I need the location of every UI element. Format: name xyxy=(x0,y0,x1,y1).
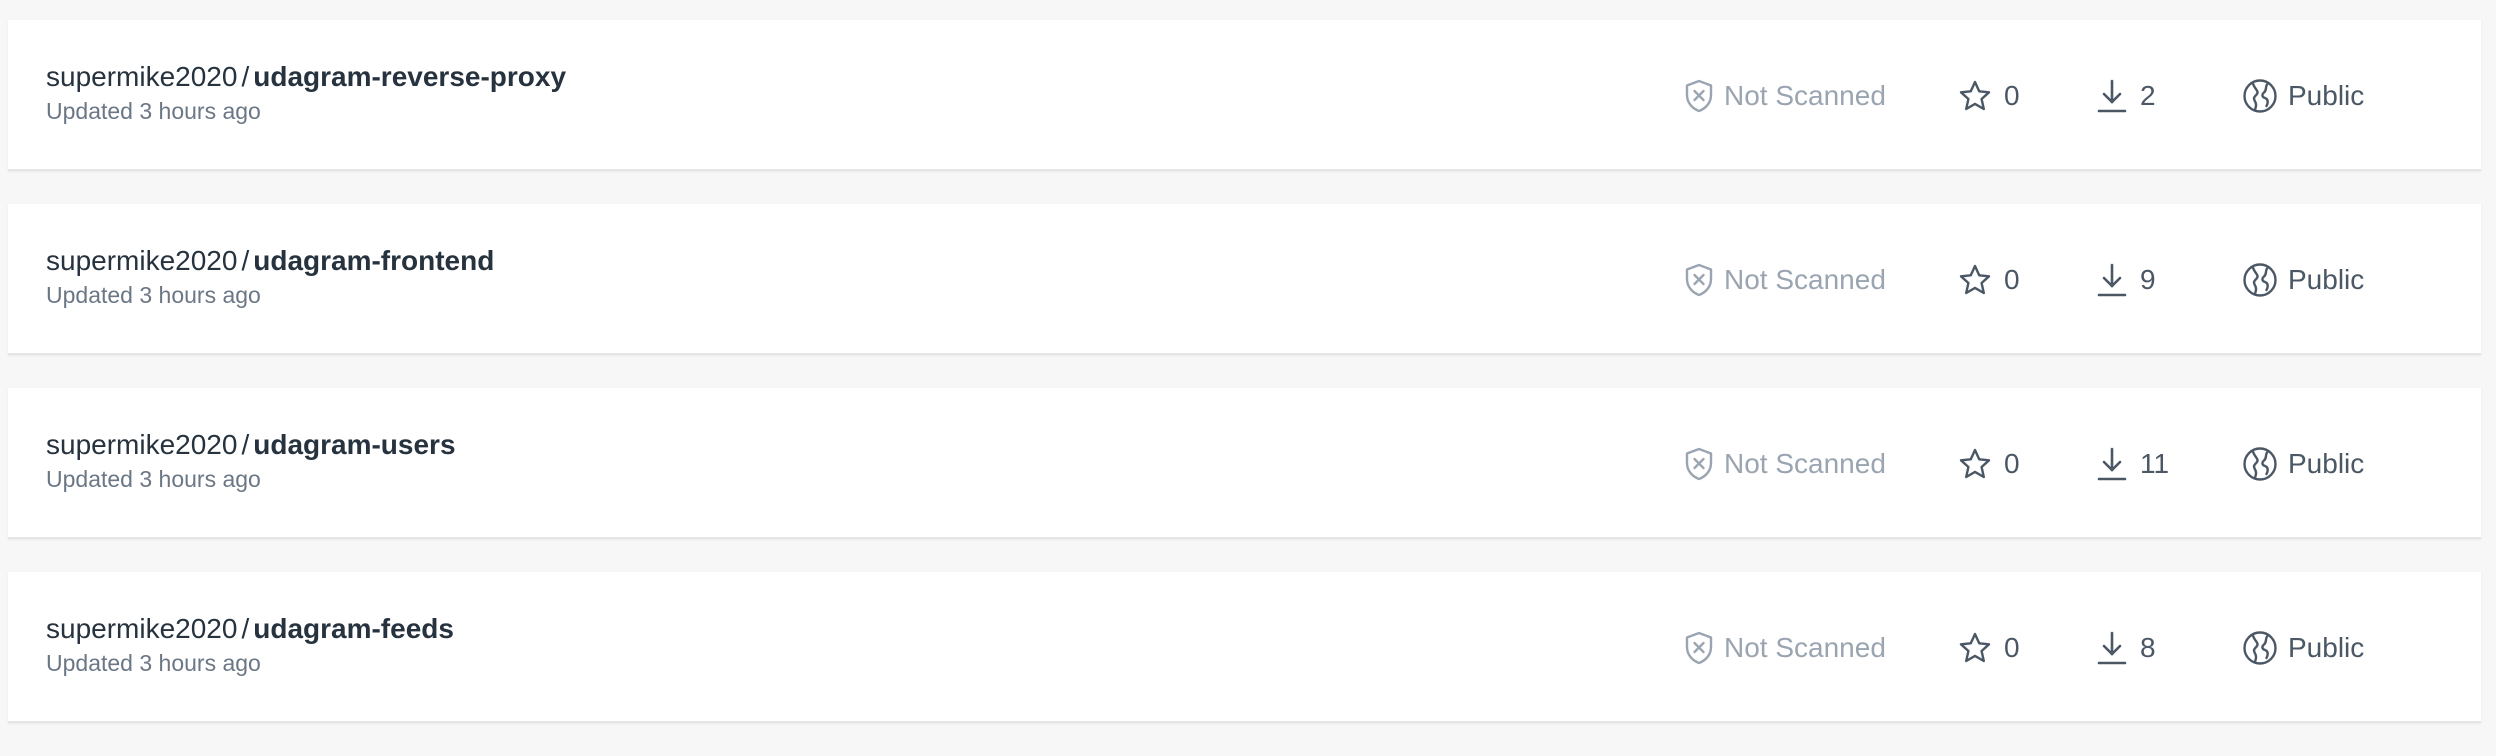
repository-separator: / xyxy=(241,613,250,644)
star-count-value: 0 xyxy=(2004,79,2020,111)
repository-title[interactable]: supermike2020/udagram-feeds xyxy=(46,612,454,646)
repository-row[interactable]: supermike2020/udagram-users Updated 3 ho… xyxy=(8,388,2481,539)
globe-icon xyxy=(2243,78,2277,113)
download-icon xyxy=(2097,447,2127,480)
repository-info: supermike2020/udagram-users Updated 3 ho… xyxy=(46,428,456,494)
globe-icon xyxy=(2243,630,2277,665)
repository-row[interactable]: supermike2020/udagram-reverse-proxy Upda… xyxy=(8,20,2481,171)
star-count-value: 0 xyxy=(2004,447,2020,479)
repository-name: udagram-users xyxy=(253,429,456,460)
repository-updated-time: Updated 3 hours ago xyxy=(46,466,261,492)
star-count[interactable]: 0 xyxy=(1958,204,2020,355)
repository-info: supermike2020/udagram-frontend Updated 3… xyxy=(46,244,494,310)
pull-count: 2 xyxy=(2096,20,2156,171)
visibility-label: Public xyxy=(2288,447,2365,479)
scan-status-label: Not Scanned xyxy=(1724,631,1886,663)
repository-name: udagram-reverse-proxy xyxy=(253,61,567,92)
scan-status: Not Scanned xyxy=(1684,572,1886,723)
pull-count-value: 9 xyxy=(2140,263,2156,295)
visibility-label: Public xyxy=(2288,631,2365,663)
scan-status-label: Not Scanned xyxy=(1724,263,1886,295)
pull-count-value: 11 xyxy=(2140,447,2170,479)
star-icon xyxy=(1959,448,1991,478)
repository-namespace: supermike2020 xyxy=(46,429,238,460)
repository-namespace: supermike2020 xyxy=(46,613,238,644)
scan-status-label: Not Scanned xyxy=(1724,79,1886,111)
shield-x-icon xyxy=(1685,263,1713,296)
star-count[interactable]: 0 xyxy=(1958,572,2020,723)
repository-title[interactable]: supermike2020/udagram-frontend xyxy=(46,244,494,278)
shield-x-icon xyxy=(1685,631,1713,664)
repository-separator: / xyxy=(241,61,250,92)
repository-list: supermike2020/udagram-reverse-proxy Upda… xyxy=(8,20,2481,756)
repository-name: udagram-frontend xyxy=(253,245,495,276)
pull-count: 11 xyxy=(2096,388,2169,539)
repository-row[interactable]: supermike2020/udagram-feeds Updated 3 ho… xyxy=(8,572,2481,723)
visibility-badge: Public xyxy=(2242,20,2364,171)
star-icon xyxy=(1959,632,1991,662)
repository-name: udagram-feeds xyxy=(253,613,454,644)
download-icon xyxy=(2097,79,2127,112)
shield-x-icon xyxy=(1685,447,1713,480)
repository-separator: / xyxy=(241,429,250,460)
scan-status-label: Not Scanned xyxy=(1724,447,1886,479)
visibility-badge: Public xyxy=(2242,204,2364,355)
pull-count-value: 2 xyxy=(2140,79,2156,111)
star-count-value: 0 xyxy=(2004,631,2020,663)
repository-separator: / xyxy=(241,245,250,276)
scan-status: Not Scanned xyxy=(1684,388,1886,539)
pull-count: 8 xyxy=(2096,572,2156,723)
repository-namespace: supermike2020 xyxy=(46,61,238,92)
visibility-badge: Public xyxy=(2242,572,2364,723)
repository-title[interactable]: supermike2020/udagram-reverse-proxy xyxy=(46,60,566,94)
visibility-label: Public xyxy=(2288,263,2365,295)
repository-info: supermike2020/udagram-feeds Updated 3 ho… xyxy=(46,612,454,678)
star-count-value: 0 xyxy=(2004,263,2020,295)
visibility-label: Public xyxy=(2288,79,2365,111)
repository-updated-time: Updated 3 hours ago xyxy=(46,98,261,124)
pull-count: 9 xyxy=(2096,204,2156,355)
visibility-badge: Public xyxy=(2242,388,2364,539)
star-count[interactable]: 0 xyxy=(1958,388,2020,539)
scan-status: Not Scanned xyxy=(1684,20,1886,171)
repository-info: supermike2020/udagram-reverse-proxy Upda… xyxy=(46,60,566,126)
shield-x-icon xyxy=(1685,79,1713,112)
scan-status: Not Scanned xyxy=(1684,204,1886,355)
download-icon xyxy=(2097,631,2127,664)
pull-count-value: 8 xyxy=(2140,631,2156,663)
repository-updated-time: Updated 3 hours ago xyxy=(46,282,261,308)
star-icon xyxy=(1959,264,1991,294)
globe-icon xyxy=(2243,262,2277,297)
globe-icon xyxy=(2243,446,2277,481)
repository-row[interactable]: supermike2020/udagram-frontend Updated 3… xyxy=(8,204,2481,355)
repository-title[interactable]: supermike2020/udagram-users xyxy=(46,428,456,462)
star-count[interactable]: 0 xyxy=(1958,20,2020,171)
repository-updated-time: Updated 3 hours ago xyxy=(46,650,261,676)
star-icon xyxy=(1959,80,1991,110)
download-icon xyxy=(2097,263,2127,296)
repository-namespace: supermike2020 xyxy=(46,245,238,276)
